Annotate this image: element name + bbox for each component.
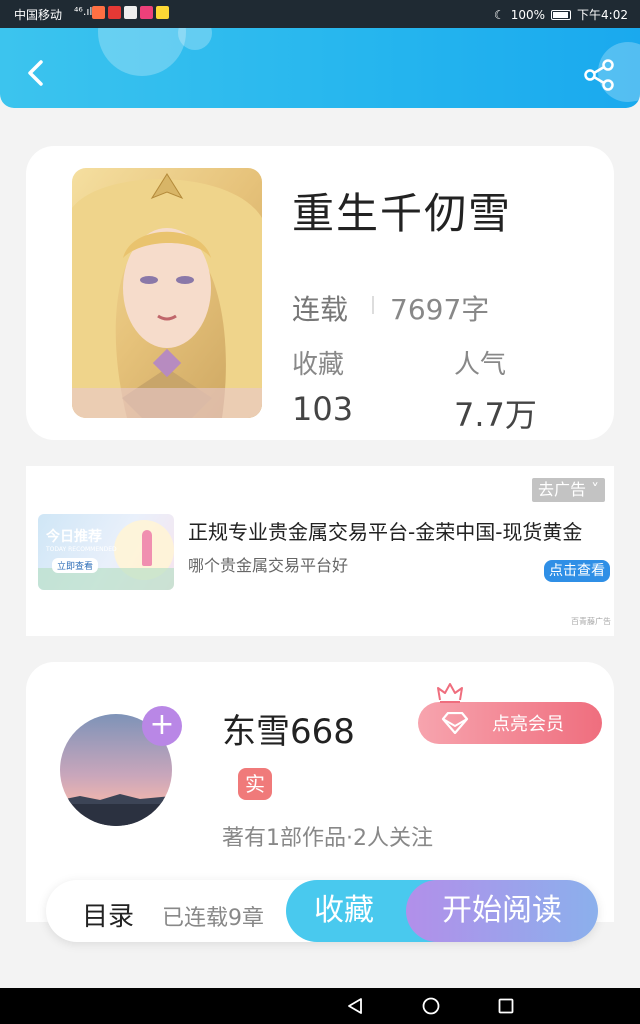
author-name: 东雪668	[222, 712, 355, 752]
popularity-label: 人气	[454, 350, 507, 380]
diamond-icon	[441, 712, 469, 734]
moon-icon: ☾	[493, 7, 505, 22]
ad-image-title: 今日推荐	[46, 529, 102, 545]
book-info-card: 重生千仞雪 连载 7697字 收藏 人气 103 7.7万	[26, 146, 614, 440]
book-cover[interactable]	[72, 168, 262, 418]
ad-view-button[interactable]: 点击查看	[544, 560, 610, 582]
crown-icon	[437, 683, 463, 703]
favorites-label: 收藏	[292, 350, 345, 380]
app-notification-icon	[108, 6, 121, 19]
activate-vip-button[interactable]: 点亮会员	[418, 683, 602, 744]
carrier-name: 中国移动	[14, 8, 63, 22]
top-header	[0, 28, 640, 108]
author-stats: 著有1部作品·2人关注	[222, 826, 433, 851]
chapter-count: 已连载9章	[162, 906, 264, 931]
divider	[372, 296, 374, 314]
ad-image[interactable]: 今日推荐 TODAY RECOMMENDED 立即查看	[38, 514, 174, 590]
ad-image-subtitle: TODAY RECOMMENDED	[46, 546, 117, 553]
nav-home-icon[interactable]	[422, 997, 440, 1015]
app-notification-icon	[156, 6, 169, 19]
share-icon[interactable]	[582, 58, 616, 92]
word-count: 7697字	[390, 293, 490, 326]
status-bar: 中国移动 ⁴⁶.ıl ☾ 100% 下午4:02	[0, 0, 640, 28]
decor-figure	[142, 530, 152, 566]
battery-percent: 100%	[510, 7, 546, 22]
ad-title[interactable]: 正规专业贵金属交易平台-金荣中国-现货黄金	[188, 516, 604, 545]
app-notification-icon	[140, 6, 153, 19]
ad-description: 哪个贵金属交易平台好	[188, 556, 349, 575]
system-nav-bar	[0, 988, 640, 1024]
bottom-action-bar: 目录 已连载9章 收藏 开始阅读	[46, 880, 598, 942]
nav-recent-apps-icon[interactable]	[498, 998, 514, 1014]
verified-badge: 实	[238, 768, 272, 800]
ad-banner: 去广告 ˅ 今日推荐 TODAY RECOMMENDED 立即查看 正规专业贵金…	[26, 466, 614, 636]
favorites-count: 103	[292, 390, 354, 428]
app-notification-icon	[92, 6, 105, 19]
back-icon[interactable]	[22, 58, 52, 88]
table-of-contents-button[interactable]: 目录	[82, 896, 134, 933]
notification-icons	[92, 6, 169, 19]
clock: 下午4:02	[577, 8, 628, 22]
vip-label: 点亮会员	[492, 714, 564, 735]
start-reading-button[interactable]: 开始阅读	[406, 880, 598, 942]
decor-bubble	[98, 28, 186, 76]
app-notification-icon	[124, 6, 137, 19]
battery-icon	[551, 9, 572, 20]
ad-image-button: 立即查看	[52, 558, 99, 573]
remove-ad-button[interactable]: 去广告 ˅	[532, 478, 606, 502]
cover-illustration	[72, 168, 262, 418]
popularity-count: 7.7万	[454, 396, 537, 434]
book-title: 重生千仞雪	[292, 189, 513, 238]
status-right: ☾ 100% 下午4:02	[494, 6, 628, 23]
ad-source: 百青藤广告	[571, 617, 611, 626]
nav-back-icon[interactable]	[346, 997, 364, 1015]
serial-status: 连载	[292, 293, 349, 326]
signal-indicator: ⁴⁶.ıl	[74, 5, 93, 18]
follow-author-button[interactable]: +	[142, 706, 182, 746]
